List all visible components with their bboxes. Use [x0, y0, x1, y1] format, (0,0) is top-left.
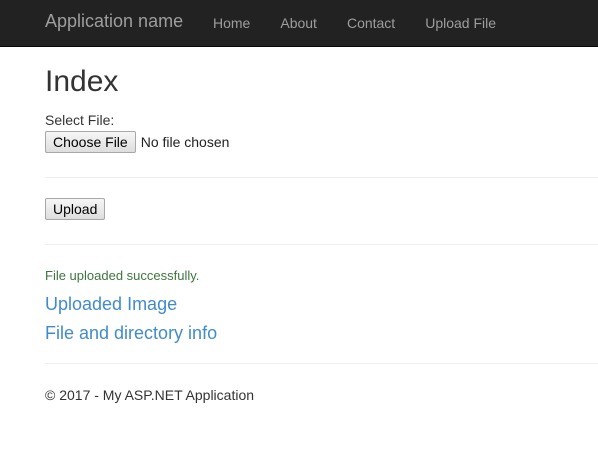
file-directory-info-link[interactable]: File and directory info: [45, 323, 598, 343]
upload-button[interactable]: Upload: [45, 198, 106, 220]
nav-contact-link[interactable]: Contact: [332, 0, 410, 46]
page-title: Index: [45, 65, 119, 98]
nav-about-link[interactable]: About: [265, 0, 332, 46]
body-content: Index Select File: Choose File No file c…: [45, 47, 598, 403]
choose-file-button[interactable]: Choose File: [45, 131, 136, 153]
file-status-text: No file chosen: [140, 134, 230, 150]
file-input: Choose File No file chosen: [45, 130, 598, 154]
nav-upload-file-link[interactable]: Upload File: [410, 0, 511, 46]
brand-link[interactable]: Application name: [45, 11, 183, 32]
select-file-label: Select File:: [45, 112, 115, 128]
footer-divider: [45, 363, 598, 364]
divider: [45, 177, 598, 178]
divider: [45, 244, 598, 245]
nav-menu: Home About Contact Upload File: [198, 0, 511, 46]
upload-success-message: File uploaded successfully.: [45, 268, 200, 283]
uploaded-image-link[interactable]: Uploaded Image: [45, 294, 598, 314]
upload-row: Upload: [45, 198, 598, 223]
footer-copyright: © 2017 - My ASP.NET Application: [45, 387, 255, 403]
top-navbar: Application name Home About Contact Uplo…: [0, 0, 598, 47]
nav-home-link[interactable]: Home: [198, 0, 265, 46]
